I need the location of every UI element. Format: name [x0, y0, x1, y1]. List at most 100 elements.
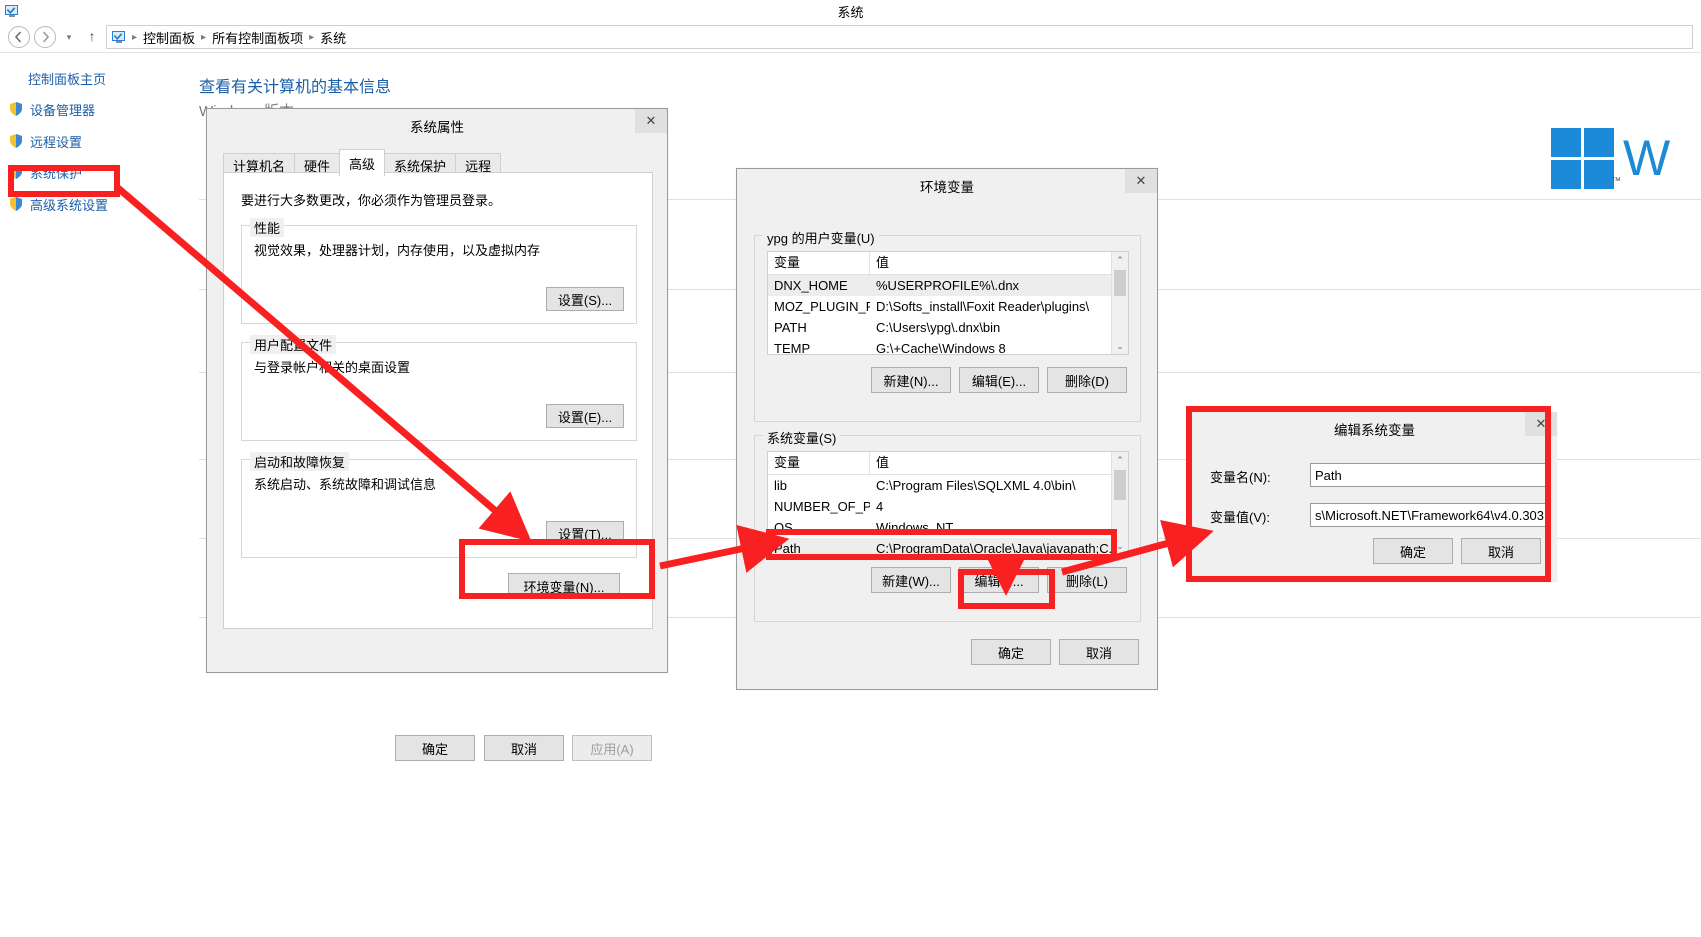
- up-button[interactable]: ↑: [82, 26, 102, 48]
- column-header-value: 值: [870, 252, 1112, 274]
- shield-icon: [8, 196, 24, 212]
- dialog-titlebar: 环境变量 ✕: [737, 169, 1157, 199]
- user-delete-button[interactable]: 删除(D): [1047, 367, 1127, 393]
- recent-locations-dropdown[interactable]: ▾: [60, 26, 78, 48]
- back-arrow-icon: [9, 27, 29, 47]
- edit-variable-ok-button[interactable]: 确定: [1373, 538, 1453, 564]
- edit-system-variable-dialog: 编辑系统变量 ✕ 变量名(N): Path 变量值(V): s\Microsof…: [1192, 412, 1557, 582]
- scroll-down-icon[interactable]: ⌄: [1112, 338, 1128, 354]
- close-icon[interactable]: ✕: [1125, 169, 1157, 193]
- forward-button[interactable]: [34, 26, 56, 48]
- environment-variables-dialog: 环境变量 ✕ ypg 的用户变量(U) 变量 值 DNX_HOME %USERP…: [736, 168, 1158, 690]
- system-new-button[interactable]: 新建(W)...: [871, 567, 951, 593]
- close-icon[interactable]: ✕: [1525, 412, 1557, 436]
- row-value: G:\+Cache\Windows 8: [870, 341, 1112, 355]
- system-properties-ok-button[interactable]: 确定: [395, 735, 475, 761]
- variable-name-input[interactable]: Path: [1310, 463, 1550, 487]
- dialog-title: 环境变量: [737, 176, 1157, 196]
- startup-recovery-settings-button[interactable]: 设置(T)...: [546, 521, 624, 545]
- breadcrumb-item-0[interactable]: 控制面板: [140, 28, 198, 47]
- table-row[interactable]: PATH C:\Users\ypg\.dnx\bin: [768, 317, 1128, 338]
- window-title: 系统: [0, 2, 1701, 21]
- user-profiles-settings-button[interactable]: 设置(E)...: [546, 404, 624, 428]
- shield-icon: [8, 164, 24, 180]
- sidebar-item-label: 远程设置: [30, 132, 82, 151]
- system-variables-group-title: 系统变量(S): [763, 428, 840, 447]
- row-variable: MOZ_PLUGIN_PA...: [768, 299, 870, 314]
- scroll-up-icon[interactable]: ⌃: [1112, 252, 1128, 268]
- sidebar-item-device-manager[interactable]: 设备管理器: [8, 98, 95, 120]
- row-value: 4: [870, 499, 1112, 514]
- dialog-titlebar: 编辑系统变量 ✕: [1192, 412, 1557, 442]
- tab-label: 高级: [349, 154, 375, 173]
- breadcrumb-item-2[interactable]: 系统: [317, 28, 349, 47]
- dialog-titlebar: 系统属性 ✕: [207, 109, 667, 139]
- row-value: C:\Program Files\SQLXML 4.0\bin\: [870, 478, 1112, 493]
- system-edit-button[interactable]: 编辑(I)...: [959, 567, 1039, 593]
- table-row[interactable]: MOZ_PLUGIN_PA... D:\Softs_install\Foxit …: [768, 296, 1128, 317]
- window-titlebar: 系统: [0, 0, 1701, 23]
- row-variable: lib: [768, 478, 870, 493]
- tab-panel-advanced: 要进行大多数更改，你必须作为管理员登录。 性能 视觉效果，处理器计划，内存使用，…: [223, 172, 653, 629]
- user-new-button[interactable]: 新建(N)...: [871, 367, 951, 393]
- table-row[interactable]: TEMP G:\+Cache\Windows 8: [768, 338, 1128, 355]
- environment-variables-ok-button[interactable]: 确定: [971, 639, 1051, 665]
- close-icon[interactable]: ✕: [635, 109, 667, 133]
- user-edit-button[interactable]: 编辑(E)...: [959, 367, 1039, 393]
- startup-recovery-description: 系统启动、系统故障和调试信息: [254, 474, 436, 493]
- system-variables-list[interactable]: 变量 值 lib C:\Program Files\SQLXML 4.0\bin…: [767, 451, 1129, 555]
- sidebar-item-system-protection[interactable]: 系统保护: [8, 161, 82, 183]
- sidebar-item-control-panel-home[interactable]: 控制面板主页: [28, 69, 106, 88]
- performance-settings-button[interactable]: 设置(S)...: [546, 287, 624, 311]
- dialog-title: 编辑系统变量: [1192, 419, 1557, 439]
- column-header-variable: 变量: [768, 452, 870, 474]
- row-variable: DNX_HOME: [768, 278, 870, 293]
- scrollbar-thumb[interactable]: [1114, 270, 1126, 296]
- scroll-up-icon[interactable]: ⌃: [1112, 452, 1128, 468]
- variable-value-input[interactable]: s\Microsoft.NET\Framework64\v4.0.30319;: [1310, 503, 1550, 527]
- row-value: C:\Users\ypg\.dnx\bin: [870, 320, 1112, 335]
- system-list-scrollbar[interactable]: ⌃ ⌄: [1111, 452, 1128, 554]
- edit-variable-cancel-button[interactable]: 取消: [1461, 538, 1541, 564]
- user-profiles-description: 与登录帐户相关的桌面设置: [254, 357, 410, 376]
- scroll-down-icon[interactable]: ⌄: [1112, 538, 1128, 554]
- system-properties-apply-button: 应用(A): [572, 735, 652, 761]
- table-row[interactable]: DNX_HOME %USERPROFILE%\.dnx: [768, 275, 1128, 296]
- back-button[interactable]: [8, 26, 30, 48]
- system-delete-button[interactable]: 删除(L): [1047, 567, 1127, 593]
- tab-advanced[interactable]: 高级: [339, 149, 385, 176]
- table-row[interactable]: OS Windows_NT: [768, 517, 1128, 538]
- breadcrumb-item-1[interactable]: 所有控制面板项: [209, 28, 306, 47]
- sidebar-item-label: 高级系统设置: [30, 195, 108, 214]
- column-header-value: 值: [870, 452, 1112, 474]
- table-row[interactable]: NUMBER_OF_PR... 4: [768, 496, 1128, 517]
- computer-icon-small: [111, 29, 127, 45]
- table-row[interactable]: lib C:\Program Files\SQLXML 4.0\bin\: [768, 475, 1128, 496]
- sidebar-item-label: 设备管理器: [30, 100, 95, 119]
- breadcrumb-separator: ▸: [306, 32, 317, 43]
- variable-name-label: 变量名(N):: [1210, 467, 1271, 486]
- sidebar-item-remote-settings[interactable]: 远程设置: [8, 130, 82, 152]
- column-header-variable: 变量: [768, 252, 870, 274]
- sidebar-item-advanced-system-settings[interactable]: 高级系统设置: [8, 193, 108, 215]
- environment-variables-button[interactable]: 环境变量(N)...: [508, 573, 620, 599]
- environment-variables-cancel-button[interactable]: 取消: [1059, 639, 1139, 665]
- system-properties-cancel-button[interactable]: 取消: [484, 735, 564, 761]
- user-variables-list[interactable]: 变量 值 DNX_HOME %USERPROFILE%\.dnx MOZ_PLU…: [767, 251, 1129, 355]
- row-variable: Path: [768, 541, 870, 555]
- row-variable: PATH: [768, 320, 870, 335]
- row-variable: TEMP: [768, 341, 870, 355]
- system-variables-group: 系统变量(S) 变量 值 lib C:\Program Files\SQLXML…: [754, 435, 1141, 622]
- variable-value-label: 变量值(V):: [1210, 507, 1270, 526]
- user-list-scrollbar[interactable]: ⌃ ⌄: [1111, 252, 1128, 354]
- scrollbar-thumb[interactable]: [1114, 470, 1126, 500]
- row-variable: NUMBER_OF_PR...: [768, 499, 870, 514]
- user-profiles-group: 用户配置文件 与登录帐户相关的桌面设置 设置(E)...: [241, 342, 637, 441]
- performance-group: 性能 视觉效果，处理器计划，内存使用，以及虚拟内存 设置(S)...: [241, 225, 637, 324]
- list-header: 变量 值: [768, 452, 1128, 475]
- row-value: C:\ProgramData\Oracle\Java\javapath;C...: [870, 541, 1112, 555]
- breadcrumb[interactable]: ▸ 控制面板 ▸ 所有控制面板项 ▸ 系统: [106, 25, 1693, 49]
- admin-notice-text: 要进行大多数更改，你必须作为管理员登录。: [241, 190, 501, 209]
- table-row[interactable]: Path C:\ProgramData\Oracle\Java\javapath…: [768, 538, 1128, 555]
- system-properties-dialog: 系统属性 ✕ 计算机名 硬件 高级 系统保护 远程 要进行大多数更改，你必须作为…: [206, 108, 668, 673]
